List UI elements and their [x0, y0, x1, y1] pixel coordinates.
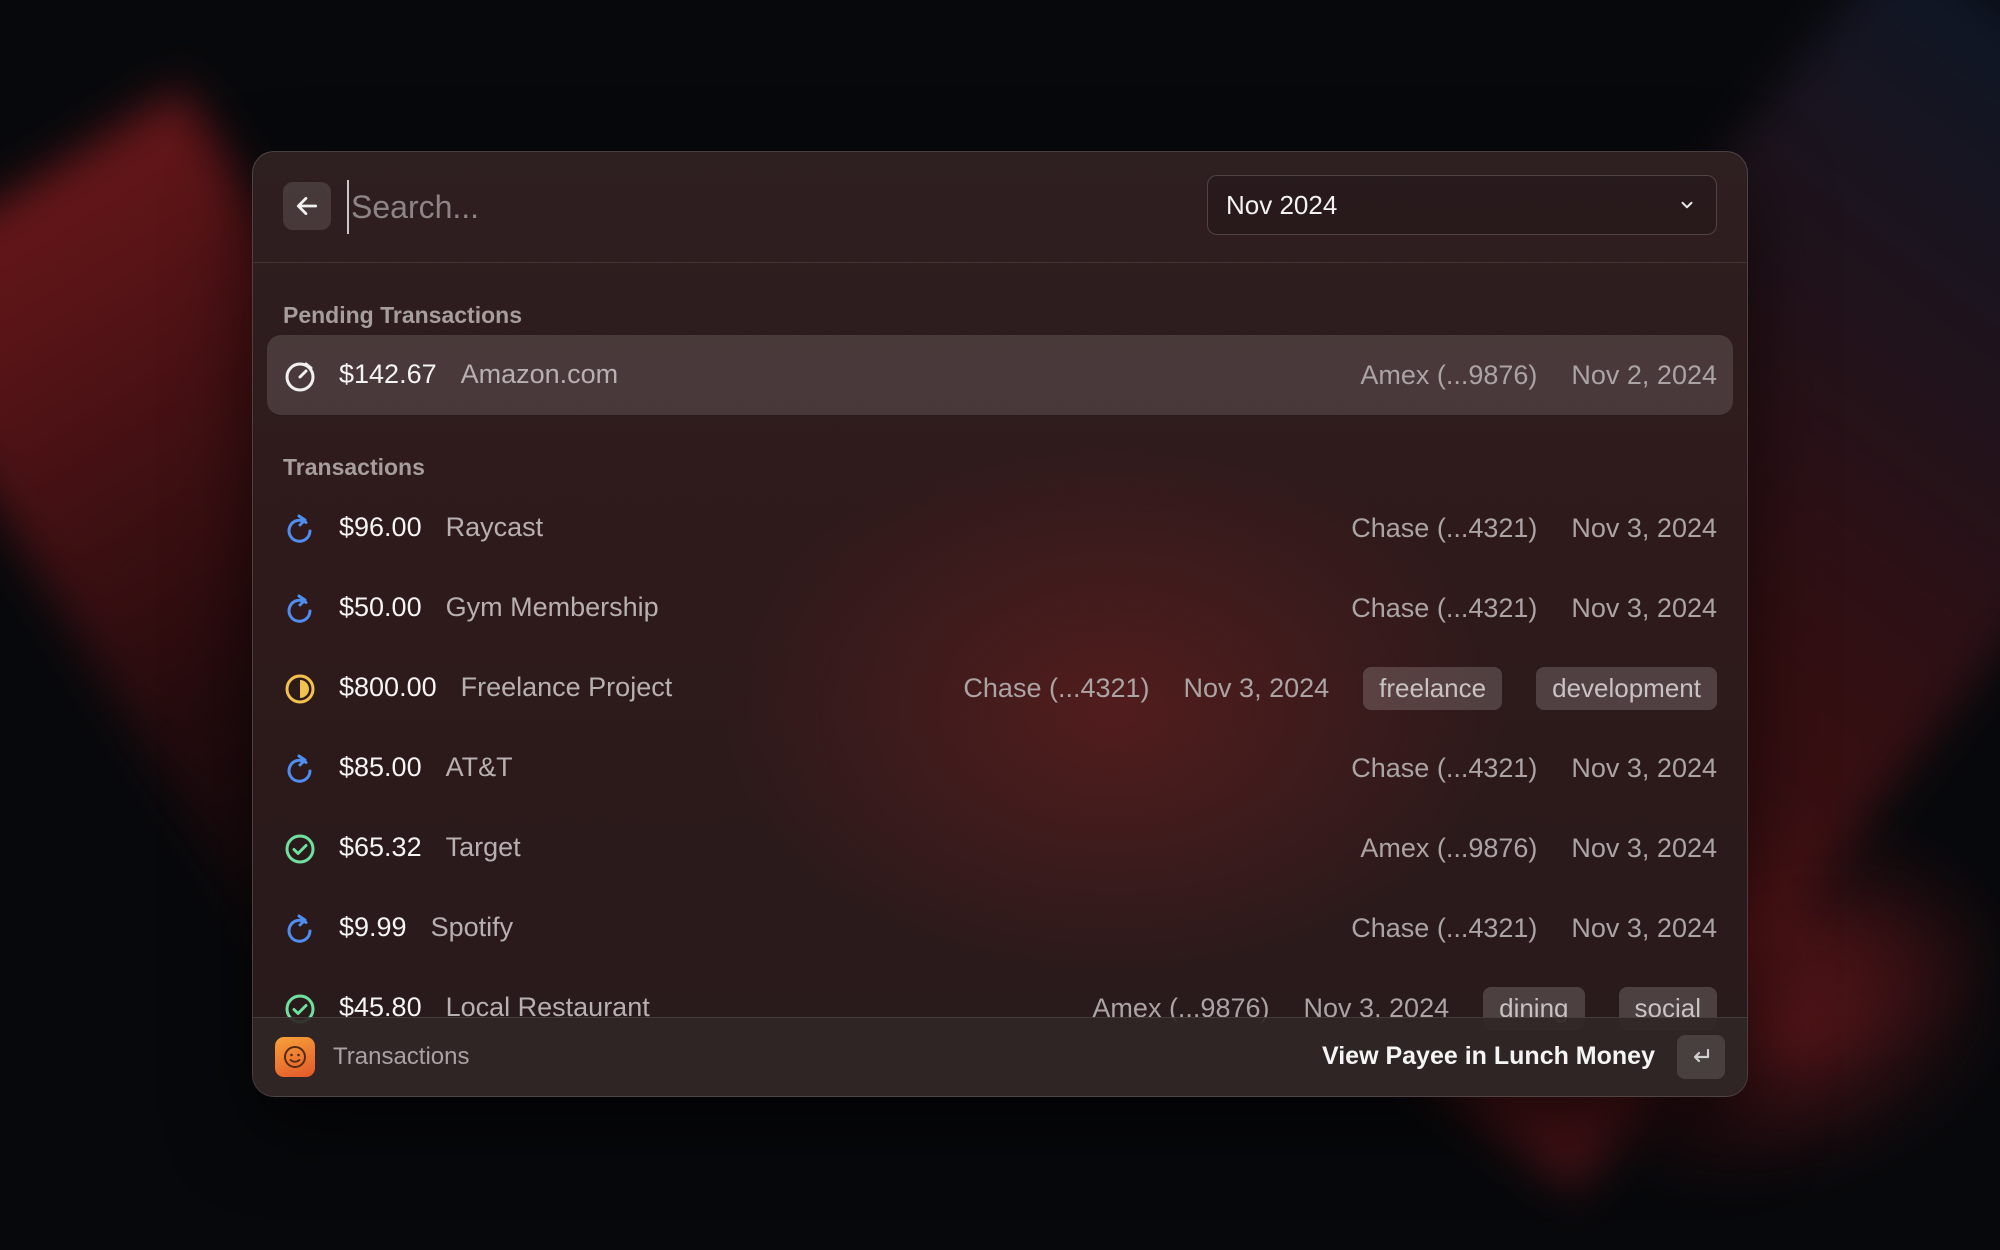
transaction-row[interactable]: $85.00 AT&T Chase (...4321) Nov 3, 2024: [267, 728, 1733, 808]
transaction-account: Chase (...4321): [1351, 912, 1538, 943]
transaction-payee: Raycast: [445, 512, 544, 542]
stopwatch-icon: [283, 359, 317, 393]
transaction-list: Pending Transactions $142.67 Amazon.com Am…: [253, 262, 1747, 1096]
view-payee-action[interactable]: View Payee in Lunch Money: [1322, 1042, 1655, 1071]
transaction-account: Chase (...4321): [963, 672, 1150, 703]
amount-group: $65.32 Target: [339, 832, 521, 863]
chevron-down-icon: [1681, 201, 1693, 209]
raycast-window: Nov 2024 Pending Transactions $142.67 Ama…: [252, 151, 1748, 1097]
check-circle-icon: [283, 832, 317, 866]
transaction-date: Nov 2, 2024: [1571, 359, 1717, 390]
transaction-payee: Spotify: [430, 912, 514, 942]
recurring-icon: [283, 592, 317, 626]
month-dropdown-value: Nov 2024: [1226, 190, 1338, 220]
transaction-payee: Gym Membership: [445, 592, 659, 622]
section-title-pending: Pending Transactions: [283, 302, 522, 328]
transaction-account: Chase (...4321): [1351, 752, 1538, 783]
transaction-date: Nov 3, 2024: [1571, 752, 1717, 783]
amount-group: $800.00 Freelance Project: [339, 672, 672, 703]
arrow-left-icon: [296, 197, 318, 215]
transaction-date: Nov 3, 2024: [1571, 592, 1717, 623]
recurring-icon: [283, 752, 317, 786]
transaction-date: Nov 3, 2024: [1571, 512, 1717, 543]
transaction-date: Nov 3, 2024: [1183, 672, 1330, 703]
transaction-meta: Chase (...4321) Nov 3, 2024: [1351, 568, 1717, 648]
search-bar: Nov 2024: [253, 152, 1747, 263]
transaction-payee: Target: [445, 832, 521, 862]
transaction-amount: $96.00: [339, 512, 422, 542]
transaction-amount: $142.67: [339, 359, 437, 389]
transaction-meta: Amex (...9876) Nov 2, 2024: [1360, 335, 1717, 415]
footer-title: Transactions: [333, 1043, 470, 1070]
transaction-amount: $9.99: [339, 912, 407, 942]
transaction-account: Amex (...9876): [1360, 359, 1538, 390]
recurring-icon: [283, 912, 317, 946]
half-circle-icon: [283, 672, 317, 706]
transaction-row[interactable]: $800.00 Freelance Project Chase (...4321) N…: [267, 648, 1733, 728]
tag-badge: freelance: [1363, 666, 1503, 710]
transaction-amount: $50.00: [339, 592, 422, 622]
recurring-icon: [283, 512, 317, 546]
search-input[interactable]: [347, 180, 913, 234]
transaction-meta: Amex (...9876) Nov 3, 2024: [1360, 808, 1717, 888]
transaction-amount: $65.32: [339, 832, 422, 862]
tag-badge: development: [1536, 666, 1717, 710]
transaction-meta: Chase (...4321) Nov 3, 2024 freelance devel…: [963, 648, 1717, 728]
amount-group: $96.00 Raycast: [339, 512, 543, 543]
transaction-row[interactable]: $96.00 Raycast Chase (...4321) Nov 3, 2024: [267, 488, 1733, 568]
transaction-row[interactable]: $50.00 Gym Membership Chase (...4321) Nov 3…: [267, 568, 1733, 648]
section-title-transactions: Transactions: [283, 454, 425, 480]
amount-group: $50.00 Gym Membership: [339, 592, 659, 623]
return-key-button[interactable]: [1677, 1035, 1725, 1079]
transaction-payee: AT&T: [445, 752, 513, 782]
amount-group: $142.67 Amazon.com: [339, 359, 618, 390]
action-bar: Transactions View Payee in Lunch Money: [253, 1017, 1747, 1096]
transaction-meta: Chase (...4321) Nov 3, 2024: [1351, 728, 1717, 808]
transaction-account: Chase (...4321): [1351, 592, 1538, 623]
transaction-meta: Chase (...4321) Nov 3, 2024: [1351, 488, 1717, 568]
transaction-row[interactable]: $142.67 Amazon.com Amex (...9876) Nov 2, 20…: [267, 335, 1733, 415]
transaction-date: Nov 3, 2024: [1571, 912, 1717, 943]
transaction-row[interactable]: $9.99 Spotify Chase (...4321) Nov 3, 2024: [267, 888, 1733, 968]
transaction-payee: Freelance Project: [460, 672, 673, 702]
return-key-icon: [1693, 1048, 1710, 1063]
amount-group: $85.00 AT&T: [339, 752, 513, 783]
amount-group: $9.99 Spotify: [339, 912, 513, 943]
transaction-account: Amex (...9876): [1360, 832, 1538, 863]
transaction-amount: $85.00: [339, 752, 422, 782]
transaction-amount: $800.00: [339, 672, 437, 702]
transaction-meta: Chase (...4321) Nov 3, 2024: [1351, 888, 1717, 968]
transaction-date: Nov 3, 2024: [1571, 832, 1717, 863]
back-button[interactable]: [283, 182, 331, 230]
lunch-money-icon: [275, 1037, 315, 1077]
transaction-payee: Amazon.com: [460, 359, 619, 389]
transaction-account: Chase (...4321): [1351, 512, 1538, 543]
transaction-row[interactable]: $65.32 Target Amex (...9876) Nov 3, 2024: [267, 808, 1733, 888]
month-dropdown[interactable]: Nov 2024: [1207, 175, 1717, 235]
